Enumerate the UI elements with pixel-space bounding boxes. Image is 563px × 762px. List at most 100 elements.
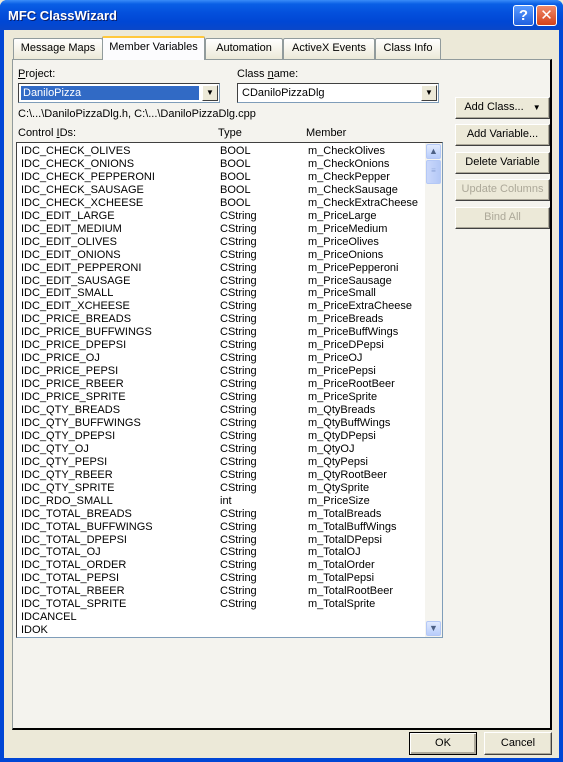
member-name: m_CheckPepper (308, 170, 390, 183)
member-name: m_QtyBuffWings (308, 416, 391, 429)
variable-type: CString (220, 481, 257, 494)
tab-message-maps[interactable]: Message Maps (13, 38, 103, 59)
variable-type: CString (220, 235, 257, 248)
tab-class-info[interactable]: Class Info (375, 38, 441, 59)
vertical-scrollbar[interactable]: ▲ ≡ ▼ (425, 143, 442, 637)
variable-type: CString (220, 248, 257, 261)
control-id: IDC_PRICE_SPRITE (21, 391, 126, 404)
variable-type: CString (220, 391, 257, 404)
member-name: m_PriceSprite (308, 391, 378, 404)
tab-label: Member Variables (109, 41, 198, 53)
add-variable-button[interactable]: Add Variable... (455, 124, 550, 146)
member-header: Member (306, 127, 347, 139)
variable-type: CString (220, 546, 257, 559)
control-id: IDC_PRICE_BUFFWINGS (21, 326, 152, 339)
control-id: IDC_CHECK_XCHEESE (21, 196, 144, 209)
variable-type: int (220, 494, 232, 507)
variable-type: CString (220, 274, 257, 287)
add-class-label: Add Class... (464, 101, 524, 113)
variable-type: CString (220, 559, 257, 572)
scroll-up-button[interactable]: ▲ (426, 144, 441, 159)
variable-type: CString (220, 507, 257, 520)
update-columns-button[interactable]: Update Columns (455, 179, 550, 201)
title-bar[interactable]: MFC ClassWizard ? ✕ (0, 0, 563, 30)
help-icon: ? (518, 7, 529, 24)
member-name: m_CheckSausage (308, 183, 398, 196)
class-name-label: Class name: (237, 68, 299, 80)
dropdown-arrow-icon: ▼ (532, 103, 541, 112)
bind-all-button[interactable]: Bind All (455, 207, 550, 229)
variable-type: CString (220, 572, 257, 585)
control-ids-listbox[interactable]: IDC_CHECK_OLIVES BOOL m_CheckOlives IDC_CHE… (16, 142, 443, 638)
control-id: IDC_TOTAL_OJ (21, 546, 101, 559)
classwizard-window: MFC ClassWizard ? ✕ Message Maps Member … (0, 0, 563, 762)
member-name: m_PriceDPepsi (308, 339, 384, 352)
control-id: IDC_PRICE_BREADS (21, 313, 132, 326)
class-name-combobox[interactable]: CDaniloPizzaDlg ▼ (237, 83, 439, 103)
member-name: m_PriceSausage (308, 274, 392, 287)
control-id: IDOK (21, 624, 48, 637)
tab-label: Class Info (383, 42, 433, 54)
member-name: m_PriceSmall (308, 287, 376, 300)
cancel-button[interactable]: Cancel (484, 732, 552, 755)
add-class-button[interactable]: Add Class... ▼ (455, 97, 550, 119)
variable-type: CString (220, 326, 257, 339)
variable-type: CString (220, 339, 257, 352)
grip-icon: ≡ (431, 166, 436, 175)
control-id: IDC_EDIT_SMALL (21, 287, 114, 300)
tab-activex-events[interactable]: ActiveX Events (283, 38, 375, 59)
member-name: m_TotalOrder (308, 559, 375, 572)
control-id: IDC_QTY_RBEER (21, 468, 113, 481)
member-name: m_QtyDPepsi (308, 429, 376, 442)
bind-all-label: Bind All (484, 211, 521, 223)
update-columns-label: Update Columns (461, 183, 544, 195)
member-name: m_PriceMedium (308, 222, 388, 235)
project-combobox[interactable]: DaniloPizza ▼ (18, 83, 220, 103)
variable-type: CString (220, 598, 257, 611)
control-id: IDC_QTY_OJ (21, 442, 89, 455)
control-id: IDC_CHECK_SAUSAGE (21, 183, 144, 196)
control-id: IDC_CHECK_ONIONS (21, 157, 135, 170)
control-id: IDC_TOTAL_PEPSI (21, 572, 120, 585)
delete-variable-button[interactable]: Delete Variable (455, 152, 550, 174)
tab-member-variables[interactable]: Member Variables (102, 36, 205, 60)
scroll-down-button[interactable]: ▼ (426, 621, 441, 636)
member-name: m_TotalBreads (308, 507, 382, 520)
control-id: IDC_TOTAL_SPRITE (21, 598, 127, 611)
scroll-thumb[interactable]: ≡ (426, 160, 441, 184)
chevron-up-icon: ▲ (429, 146, 438, 156)
member-name: m_PriceRootBeer (308, 378, 395, 391)
project-value: DaniloPizza (21, 86, 199, 100)
variable-type: BOOL (220, 145, 251, 157)
member-name: m_QtyBreads (308, 404, 376, 416)
variable-type: CString (220, 585, 257, 598)
control-id: IDC_PRICE_DPEPSI (21, 339, 127, 352)
variable-type: CString (220, 468, 257, 481)
tab-automation[interactable]: Automation (205, 38, 283, 59)
close-button[interactable]: ✕ (536, 5, 557, 26)
member-name: m_TotalPepsi (308, 572, 375, 585)
chevron-down-icon[interactable]: ▼ (202, 85, 218, 101)
chevron-down-icon[interactable]: ▼ (421, 85, 437, 101)
variable-type: CString (220, 442, 257, 455)
control-id: IDC_PRICE_PEPSI (21, 365, 119, 378)
variable-type: CString (220, 455, 257, 468)
control-id: IDC_QTY_DPEPSI (21, 429, 116, 442)
variable-type: CString (220, 429, 257, 442)
control-id: IDC_EDIT_PEPPERONI (21, 261, 142, 274)
window-title: MFC ClassWizard (8, 8, 117, 23)
member-name: m_TotalSprite (308, 598, 376, 611)
help-button[interactable]: ? (513, 5, 534, 26)
variable-type: CString (220, 416, 257, 429)
control-id: IDC_CHECK_OLIVES (21, 145, 131, 157)
file-path-text: C:\...\DaniloPizzaDlg.h, C:\...\DaniloPi… (18, 108, 256, 120)
member-name: m_PricePepperoni (308, 261, 399, 274)
variable-type: CString (220, 378, 257, 391)
member-name: m_CheckOlives (308, 145, 386, 157)
control-id: IDC_EDIT_ONIONS (21, 248, 121, 261)
ok-button[interactable]: OK (409, 732, 477, 755)
member-name: m_PriceLarge (308, 209, 377, 222)
variable-type: CString (220, 520, 257, 533)
type-header: Type (218, 127, 242, 139)
variable-type: CString (220, 300, 257, 313)
